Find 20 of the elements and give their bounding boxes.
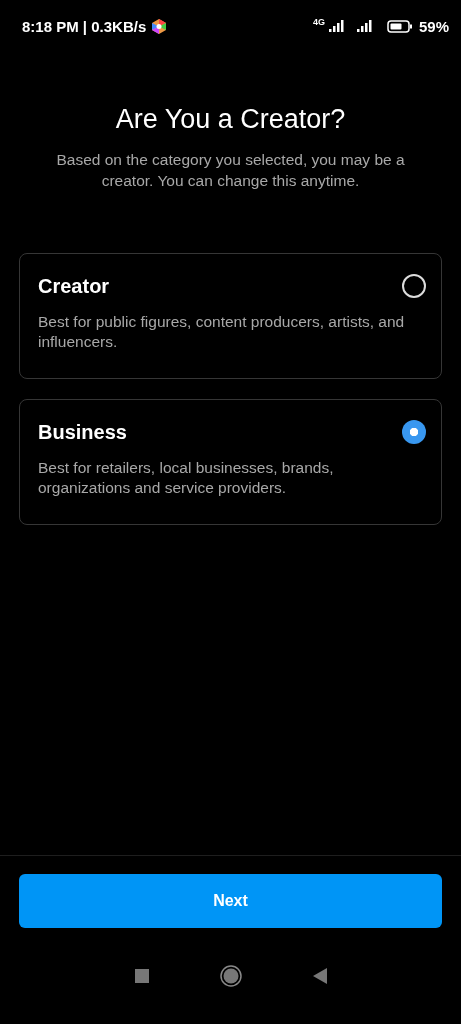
radio-button[interactable] — [402, 420, 426, 444]
option-title: Creator — [38, 274, 110, 298]
battery-icon — [386, 19, 413, 33]
option-title: Business — [38, 420, 127, 444]
app-icon — [152, 18, 167, 34]
radio-button[interactable] — [402, 274, 426, 298]
option-description: Best for retailers, local businesses, brands, organizations and service providers. — [38, 458, 335, 498]
home-icon[interactable] — [219, 965, 242, 987]
back-icon[interactable] — [312, 968, 327, 984]
signal-icon — [328, 20, 345, 32]
network-type: 4G — [312, 17, 325, 27]
page-title: Are You a Creator? — [114, 104, 347, 135]
option-card[interactable]: Business Best for retailers, local businesses, brands, organizations and service providers. — [19, 399, 442, 525]
page-subtitle: Based on the category you selected, you may be a creator. You can change this anytime. — [55, 150, 406, 191]
option-card[interactable]: Creator Best for public figures, content producers, artists, and influencers. — [19, 253, 442, 379]
status-time: 8:18 PM | 0.3KB/s — [22, 17, 147, 35]
option-description: Best for public figures, content producers, artists, and influencers. — [38, 312, 406, 352]
recent-apps-icon[interactable] — [134, 969, 149, 983]
signal-icon — [356, 20, 373, 32]
battery-percent: 59% — [418, 17, 449, 35]
